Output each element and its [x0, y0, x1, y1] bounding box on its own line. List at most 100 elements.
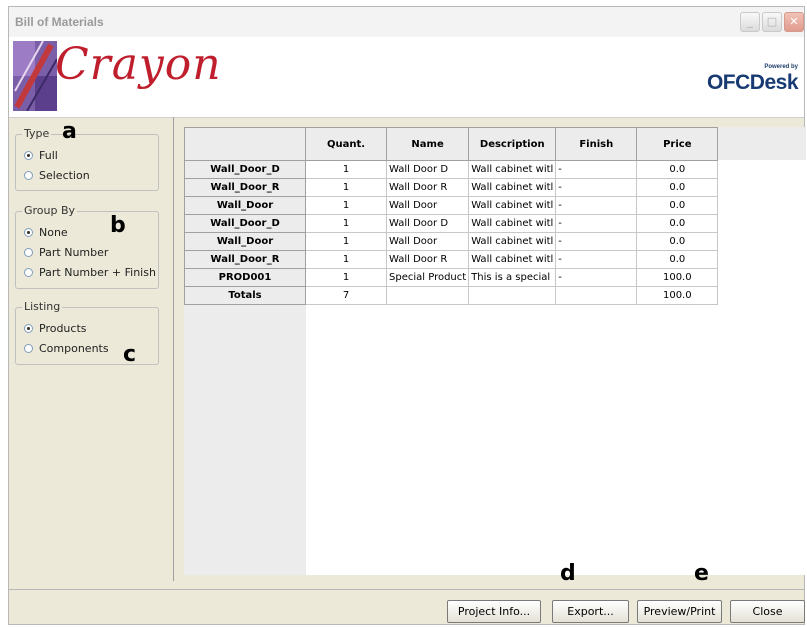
total-description [468, 286, 557, 305]
cell-finish[interactable]: - [555, 232, 638, 251]
grid-corner [184, 127, 306, 161]
close-button[interactable]: Close [730, 600, 805, 623]
cell-price[interactable]: 0.0 [636, 196, 719, 215]
row-header: Wall_Door_R [184, 250, 306, 269]
cell-description[interactable]: Wall cabinet witl [468, 250, 557, 269]
radio-label: Full [39, 149, 58, 162]
callout-e: e [694, 561, 709, 586]
cell-name[interactable]: Wall Door D [385, 160, 470, 179]
total-quantity: 7 [305, 286, 387, 305]
type-group: Type Full Selection [15, 127, 159, 191]
bom-grid: Quant. Name Description Finish Price Wal… [184, 127, 806, 575]
table-row[interactable]: Wall_Door_R 1 Wall Door R Wall cabinet w… [184, 250, 719, 269]
radio-label: Part Number + Finish [39, 266, 156, 279]
cell-finish[interactable]: - [555, 214, 638, 233]
cell-price[interactable]: 0.0 [636, 214, 719, 233]
cell-quantity[interactable]: 1 [305, 214, 387, 233]
close-window-button[interactable]: ✕ [784, 12, 804, 32]
window-title: Bill of Materials [15, 15, 104, 29]
cell-description[interactable]: Wall cabinet witl [468, 160, 557, 179]
cell-description[interactable]: Wall cabinet witl [468, 178, 557, 197]
table-row[interactable]: PROD001 1 Special Product This is a spec… [184, 268, 719, 287]
bill-of-materials-window: Bill of Materials _ □ ✕ Crayon Powered b… [8, 6, 806, 627]
cell-name[interactable]: Wall Door [385, 196, 470, 215]
cell-quantity[interactable]: 1 [305, 178, 387, 197]
cell-description[interactable]: This is a special [468, 268, 557, 287]
total-finish [555, 286, 638, 305]
crayon-logo-graphic [13, 41, 57, 111]
export-button[interactable]: Export... [552, 600, 629, 623]
type-group-legend: Type [22, 127, 52, 140]
row-header: Wall_Door_D [184, 160, 306, 179]
column-header-finish[interactable]: Finish [555, 127, 638, 161]
table-row[interactable]: Wall_Door 1 Wall Door Wall cabinet witl … [184, 232, 719, 251]
table-row[interactable]: Wall_Door 1 Wall Door Wall cabinet witl … [184, 196, 719, 215]
ofcdesk-logo: OFCDesk [706, 71, 799, 94]
project-info-button[interactable]: Project Info... [447, 600, 541, 623]
preview-print-button[interactable]: Preview/Print [637, 600, 722, 623]
maximize-button[interactable]: □ [762, 12, 782, 32]
listing-legend: Listing [22, 300, 63, 313]
radio-selected-icon [24, 228, 33, 237]
cell-finish[interactable]: - [555, 250, 638, 269]
radio-selected-icon [24, 151, 33, 160]
cell-price[interactable]: 100.0 [636, 268, 719, 287]
button-bar: Project Info... Export... Preview/Print … [9, 589, 805, 627]
group-by-group: Group By None Part Number Part Number + … [15, 204, 159, 289]
cell-name[interactable]: Special Product [385, 268, 470, 287]
radio-label: Components [39, 342, 109, 355]
total-price: 100.0 [636, 286, 719, 305]
callout-d: d [560, 561, 576, 586]
cell-price[interactable]: 0.0 [636, 232, 719, 251]
totals-row-header: Totals [184, 286, 306, 305]
cell-name[interactable]: Wall Door [385, 232, 470, 251]
table-row[interactable]: Wall_Door_R 1 Wall Door R Wall cabinet w… [184, 178, 719, 197]
radio-label: Part Number [39, 246, 109, 259]
cell-finish[interactable]: - [555, 178, 638, 197]
cell-quantity[interactable]: 1 [305, 232, 387, 251]
table-row[interactable]: Wall_Door_D 1 Wall Door D Wall cabinet w… [184, 160, 719, 179]
callout-b: b [110, 213, 126, 238]
total-name [385, 286, 470, 305]
listing-group: Listing Products Components [15, 300, 159, 365]
radio-empty-icon [24, 268, 33, 277]
row-header: Wall_Door [184, 232, 306, 251]
cell-quantity[interactable]: 1 [305, 160, 387, 179]
column-header-price[interactable]: Price [636, 127, 719, 161]
table-row[interactable]: Wall_Door_D 1 Wall Door D Wall cabinet w… [184, 214, 719, 233]
cell-price[interactable]: 0.0 [636, 250, 719, 269]
row-header: Wall_Door_R [184, 178, 306, 197]
cell-name[interactable]: Wall Door D [385, 214, 470, 233]
cell-quantity[interactable]: 1 [305, 268, 387, 287]
totals-row: Totals 7 100.0 [184, 286, 719, 305]
cell-name[interactable]: Wall Door R [385, 250, 470, 269]
cell-description[interactable]: Wall cabinet witl [468, 214, 557, 233]
row-header: PROD001 [184, 268, 306, 287]
cell-finish[interactable]: - [555, 160, 638, 179]
cell-price[interactable]: 0.0 [636, 178, 719, 197]
cell-price[interactable]: 0.0 [636, 160, 719, 179]
options-panel: Type Full Selection Group By None Part N… [9, 117, 174, 581]
callout-a: a [62, 119, 77, 144]
header-banner: Crayon Powered by OFCDesk [9, 37, 804, 118]
cell-description[interactable]: Wall cabinet witl [468, 232, 557, 251]
row-header: Wall_Door [184, 196, 306, 215]
minimize-button[interactable]: _ [740, 12, 760, 32]
cell-quantity[interactable]: 1 [305, 196, 387, 215]
callout-c: c [123, 342, 137, 367]
radio-selected-icon [24, 324, 33, 333]
group-by-legend: Group By [22, 204, 78, 217]
powered-by-label: Powered by [764, 64, 798, 70]
row-header: Wall_Door_D [184, 214, 306, 233]
cell-name[interactable]: Wall Door R [385, 178, 470, 197]
column-header-quantity[interactable]: Quant. [305, 127, 387, 161]
column-header-name[interactable]: Name [385, 127, 470, 161]
cell-description[interactable]: Wall cabinet witl [468, 196, 557, 215]
column-header-description[interactable]: Description [468, 127, 557, 161]
cell-finish[interactable]: - [555, 268, 638, 287]
cell-finish[interactable]: - [555, 196, 638, 215]
radio-empty-icon [24, 171, 33, 180]
radio-label: None [39, 226, 68, 239]
cell-quantity[interactable]: 1 [305, 250, 387, 269]
bom-table: Quant. Name Description Finish Price Wal… [184, 127, 719, 305]
